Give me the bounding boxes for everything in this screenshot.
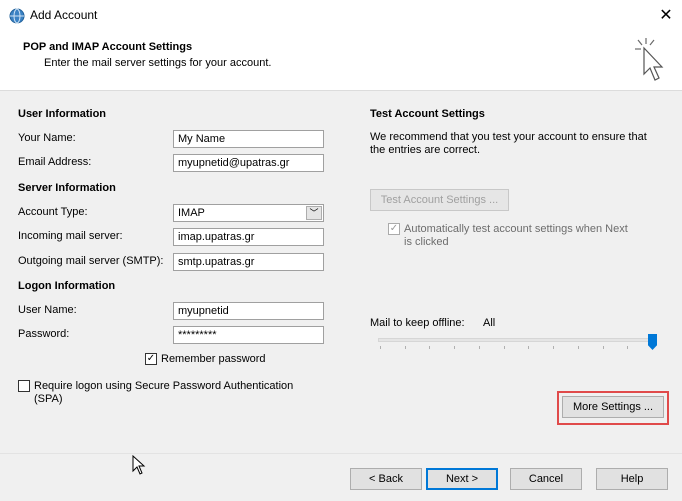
offline-value: All [483,317,496,329]
remember-password-checkbox[interactable]: ✓ [145,353,157,365]
spa-label-line1: Require logon using Secure Password Auth… [34,380,294,392]
help-button[interactable]: Help [596,468,668,490]
slider-tick [429,346,430,349]
close-icon[interactable]: ✕ [656,6,676,26]
incoming-server-input[interactable]: imap.upatras.gr [173,228,324,246]
user-name-input[interactable]: myupnetid [173,302,324,320]
account-type-value: IMAP [178,207,205,219]
auto-test-label-line1: Automatically test account settings when… [404,223,628,235]
test-description-line2: the entries are correct. [370,144,481,156]
window-title: Add Account [30,8,98,22]
cancel-button[interactable]: Cancel [510,468,582,490]
account-type-select[interactable]: IMAP ﹀ [173,204,324,222]
slider-tick [578,346,579,349]
test-description-line1: We recommend that you test your account … [370,131,647,143]
incoming-server-label: Incoming mail server: [18,230,123,242]
user-name-label: User Name: [18,304,77,316]
title-bar [0,0,682,32]
page-subtitle: Enter the mail server settings for your … [44,57,272,69]
email-address-label: Email Address: [18,156,92,168]
spa-label-line2: (SPA) [34,393,63,405]
test-account-settings-button[interactable]: Test Account Settings ... [370,189,509,211]
sparkle-cursor-icon [635,38,664,81]
slider-tick [553,346,554,349]
logon-info-heading: Logon Information [18,280,116,292]
chevron-down-icon[interactable]: ﹀ [306,206,322,220]
remember-password-label: Remember password [161,353,266,365]
your-name-input[interactable]: My Name [173,130,324,148]
test-settings-heading: Test Account Settings [370,108,485,120]
outlook-globe-icon [9,8,25,24]
email-address-input[interactable]: myupnetid@upatras.gr [173,154,324,172]
server-info-heading: Server Information [18,182,116,194]
slider-tick [504,346,505,349]
auto-test-checkbox[interactable]: ✓ [388,223,400,235]
next-button[interactable]: Next > [426,468,498,490]
page-title: POP and IMAP Account Settings [23,41,193,53]
offline-slider-track[interactable] [378,338,656,342]
spa-checkbox[interactable] [18,380,30,392]
outgoing-server-label: Outgoing mail server (SMTP): [18,255,164,267]
slider-tick [405,346,406,349]
footer-divider [0,453,682,454]
slider-tick [528,346,529,349]
back-button[interactable]: < Back [350,468,422,490]
outgoing-server-input[interactable]: smtp.upatras.gr [173,253,324,271]
auto-test-label-line2: is clicked [404,236,449,248]
slider-tick [454,346,455,349]
offline-label: Mail to keep offline: [370,317,465,329]
password-input[interactable]: ********* [173,326,324,344]
slider-tick [380,346,381,349]
slider-tick [479,346,480,349]
more-settings-button[interactable]: More Settings ... [562,396,664,418]
settings-panel [0,91,682,501]
slider-tick [603,346,604,349]
user-info-heading: User Information [18,108,107,120]
your-name-label: Your Name: [18,132,76,144]
slider-tick [627,346,628,349]
account-type-label: Account Type: [18,206,88,218]
password-label: Password: [18,328,70,340]
mouse-pointer-icon [132,455,146,475]
